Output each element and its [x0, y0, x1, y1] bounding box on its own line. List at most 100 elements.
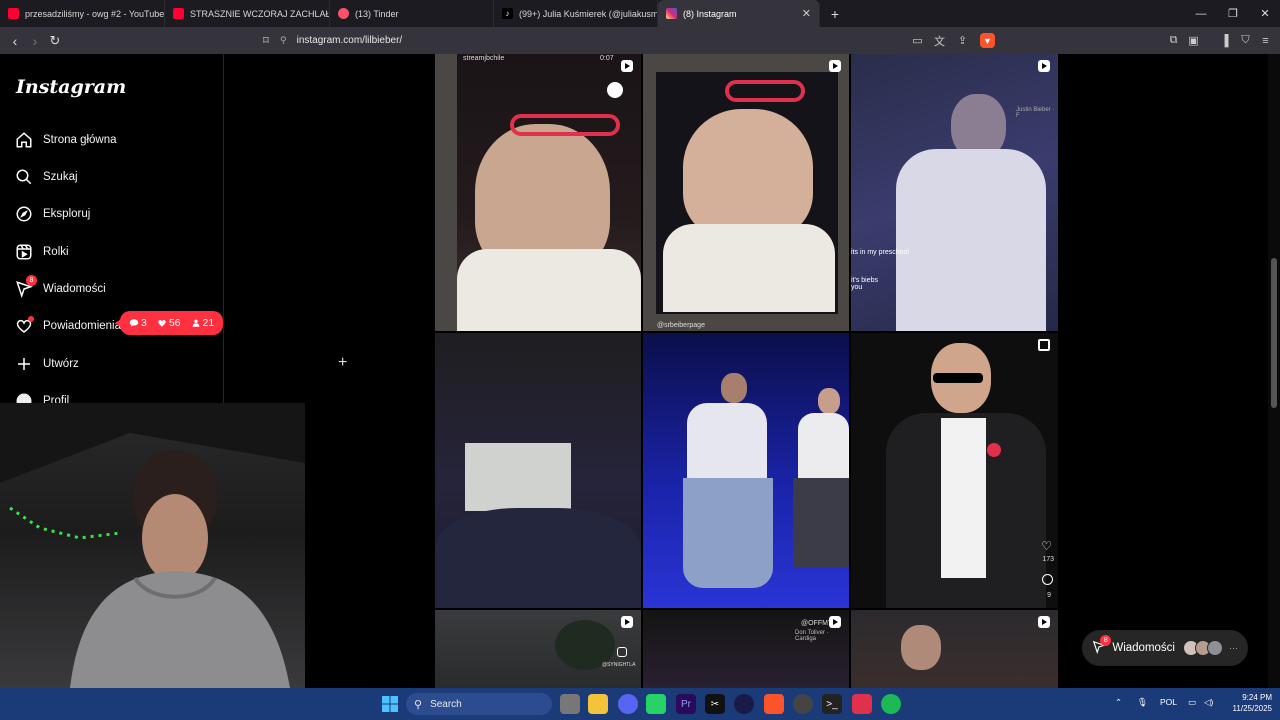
- volume-icon[interactable]: ◁): [1204, 697, 1213, 708]
- video-time: 0:07: [600, 55, 614, 62]
- head-shape: [901, 625, 941, 670]
- tab-title: przesadziliśmy - owg #2 - YouTube: [25, 8, 165, 19]
- post-overlay-text: @OFFMY: [801, 620, 833, 627]
- menu-icon[interactable]: ≡: [1258, 33, 1273, 48]
- sidebar-item-messages[interactable]: 8 Wiadomości: [14, 274, 106, 304]
- avatar-stack: [1183, 640, 1223, 656]
- post-tile[interactable]: [851, 610, 1058, 688]
- sidebar-item-reels[interactable]: Rolki: [14, 237, 69, 267]
- sidebar-item-explore[interactable]: Eksploruj: [14, 199, 90, 229]
- discord-icon[interactable]: [618, 694, 638, 714]
- back-icon[interactable]: ‹: [5, 27, 25, 54]
- microphone-icon[interactable]: 🎙︎: [1137, 697, 1148, 708]
- post-tile[interactable]: its in my preschool it's biebs you Justi…: [851, 54, 1058, 331]
- post-tile[interactable]: streamjbchile 0:07: [435, 54, 641, 331]
- pants-shape: [793, 478, 849, 568]
- premiere-icon[interactable]: Pr: [676, 694, 696, 714]
- clock-date: 11/25/2025: [1232, 704, 1272, 713]
- network-icon[interactable]: ▭: [1188, 697, 1196, 708]
- follow-count: 21: [191, 317, 214, 329]
- cast-icon[interactable]: ▭: [910, 33, 925, 48]
- tab-instagram[interactable]: (8) Instagram ✕: [658, 0, 820, 27]
- like-count: 56: [157, 317, 181, 329]
- instagram-icon: [666, 8, 677, 19]
- post-tile[interactable]: @srbeiberpage: [643, 54, 849, 331]
- share-icon[interactable]: ⇪: [955, 33, 970, 48]
- close-window-icon[interactable]: ✕: [1248, 0, 1280, 27]
- post-tile[interactable]: [435, 333, 641, 608]
- steam-icon[interactable]: [793, 694, 813, 714]
- taskbar-clock[interactable]: 9:24 PM 11/25/2025: [1222, 692, 1272, 714]
- reel-icon: [829, 616, 841, 628]
- spotify-icon[interactable]: [881, 694, 901, 714]
- webcam-overlay: [0, 403, 305, 688]
- person-icon: [192, 319, 199, 327]
- restore-icon[interactable]: ❐: [1216, 0, 1250, 27]
- tiktok-icon: ♪: [502, 8, 513, 19]
- tab-title: (99+) Julia Kuśmierek (@juliakusmierek: [519, 8, 657, 19]
- app-icon[interactable]: [852, 694, 872, 714]
- post-tile[interactable]: @OFFMY Don Toliver · Cardiga: [643, 610, 849, 688]
- face-shape: [683, 109, 813, 239]
- messages-float-button[interactable]: 8 Wiadomości ···: [1082, 630, 1248, 666]
- taskbar-search[interactable]: ⚲ Search: [406, 693, 552, 715]
- whatsapp-icon[interactable]: [646, 694, 666, 714]
- terminal-icon[interactable]: >_: [822, 694, 842, 714]
- post-tile[interactable]: ♡ 173 9: [851, 333, 1058, 608]
- tab-youtube-2[interactable]: STRASZNIE WCZORAJ ZACHLAŁIŚMY: [165, 0, 330, 27]
- messenger-icon: 8: [1092, 635, 1112, 656]
- bookmark-icon[interactable]: ⌑: [256, 27, 276, 54]
- forward-icon[interactable]: ›: [25, 27, 45, 54]
- post-overlay-text: @SYNIGHTLA: [602, 662, 636, 668]
- sidebar-item-label: Eksploruj: [43, 208, 91, 220]
- brave-icon[interactable]: [764, 694, 784, 714]
- sidebar-item-search[interactable]: Szukaj: [14, 162, 78, 192]
- sidebar-item-notifications[interactable]: Powiadomienia: [14, 311, 121, 341]
- windows-taskbar: ⚲ Search Pr ✂ >_ ⌃ 🎙︎ POL ▭ ◁) 9:24 PM 1…: [0, 688, 1280, 720]
- obs-icon[interactable]: [734, 694, 754, 714]
- vpn-icon[interactable]: ⛉: [1238, 33, 1253, 48]
- address-bar[interactable]: ⚲ instagram.com/lilbieber/: [280, 32, 402, 49]
- file-explorer-icon[interactable]: [588, 694, 608, 714]
- search-icon: [14, 167, 34, 187]
- heart-icon: [14, 316, 34, 336]
- brave-shields-icon[interactable]: ▼: [980, 33, 995, 48]
- scrollbar-thumb[interactable]: [1271, 258, 1277, 408]
- video-border: [435, 54, 457, 331]
- extensions-icon[interactable]: ⧉: [1166, 33, 1181, 48]
- new-tab-button[interactable]: +: [818, 0, 852, 27]
- clock-time: 9:24 PM: [1242, 693, 1272, 702]
- like-count: 173: [1042, 556, 1054, 563]
- sidebar-item-create[interactable]: Utwórz: [14, 349, 79, 379]
- reload-icon[interactable]: ↻: [45, 27, 65, 54]
- heart-icon: ♡: [1041, 539, 1052, 553]
- minimize-icon[interactable]: —: [1184, 0, 1218, 27]
- notifications-pill[interactable]: 3 56 21: [114, 311, 224, 335]
- white-tshirt: [663, 224, 835, 312]
- more-icon: ···: [1229, 643, 1238, 653]
- sidebar-toggle-icon[interactable]: ▐: [1217, 33, 1232, 48]
- post-overlay-text: Don Toliver · Cardiga: [795, 630, 829, 642]
- sidebar-item-home[interactable]: Strona główna: [14, 125, 117, 155]
- site-info-icon[interactable]: ⚲: [280, 35, 287, 46]
- instagram-watermark-icon: [617, 647, 627, 657]
- instagram-logo[interactable]: Instagram: [16, 76, 126, 98]
- tab-tiktok[interactable]: ♪ (99+) Julia Kuśmierek (@juliakusmierek: [494, 0, 658, 27]
- close-tab-icon[interactable]: ✕: [802, 7, 811, 20]
- capcut-icon[interactable]: ✂: [705, 694, 725, 714]
- task-view-icon[interactable]: [560, 694, 580, 714]
- browser-toolbar: ‹ › ↻ ⌑ ⚲ instagram.com/lilbieber/ ▭ 文 ⇪…: [0, 27, 1280, 54]
- language-indicator[interactable]: POL: [1160, 697, 1177, 707]
- tab-search-icon[interactable]: ▣: [1186, 33, 1201, 48]
- url-text: instagram.com/lilbieber/: [296, 35, 403, 46]
- windows-start-icon[interactable]: [380, 694, 400, 714]
- translate-icon[interactable]: 文: [932, 33, 947, 48]
- sidebar-item-label: Utwórz: [43, 358, 79, 370]
- tray-chevron-icon[interactable]: ⌃: [1115, 697, 1122, 708]
- post-tile[interactable]: [643, 333, 849, 608]
- post-tile[interactable]: @SYNIGHTLA: [435, 610, 641, 688]
- tab-tinder[interactable]: (13) Tinder: [330, 0, 494, 27]
- black-sunglasses: [933, 373, 983, 383]
- compass-icon: [14, 204, 34, 224]
- tab-youtube-1[interactable]: przesadziliśmy - owg #2 - YouTube: [0, 0, 165, 27]
